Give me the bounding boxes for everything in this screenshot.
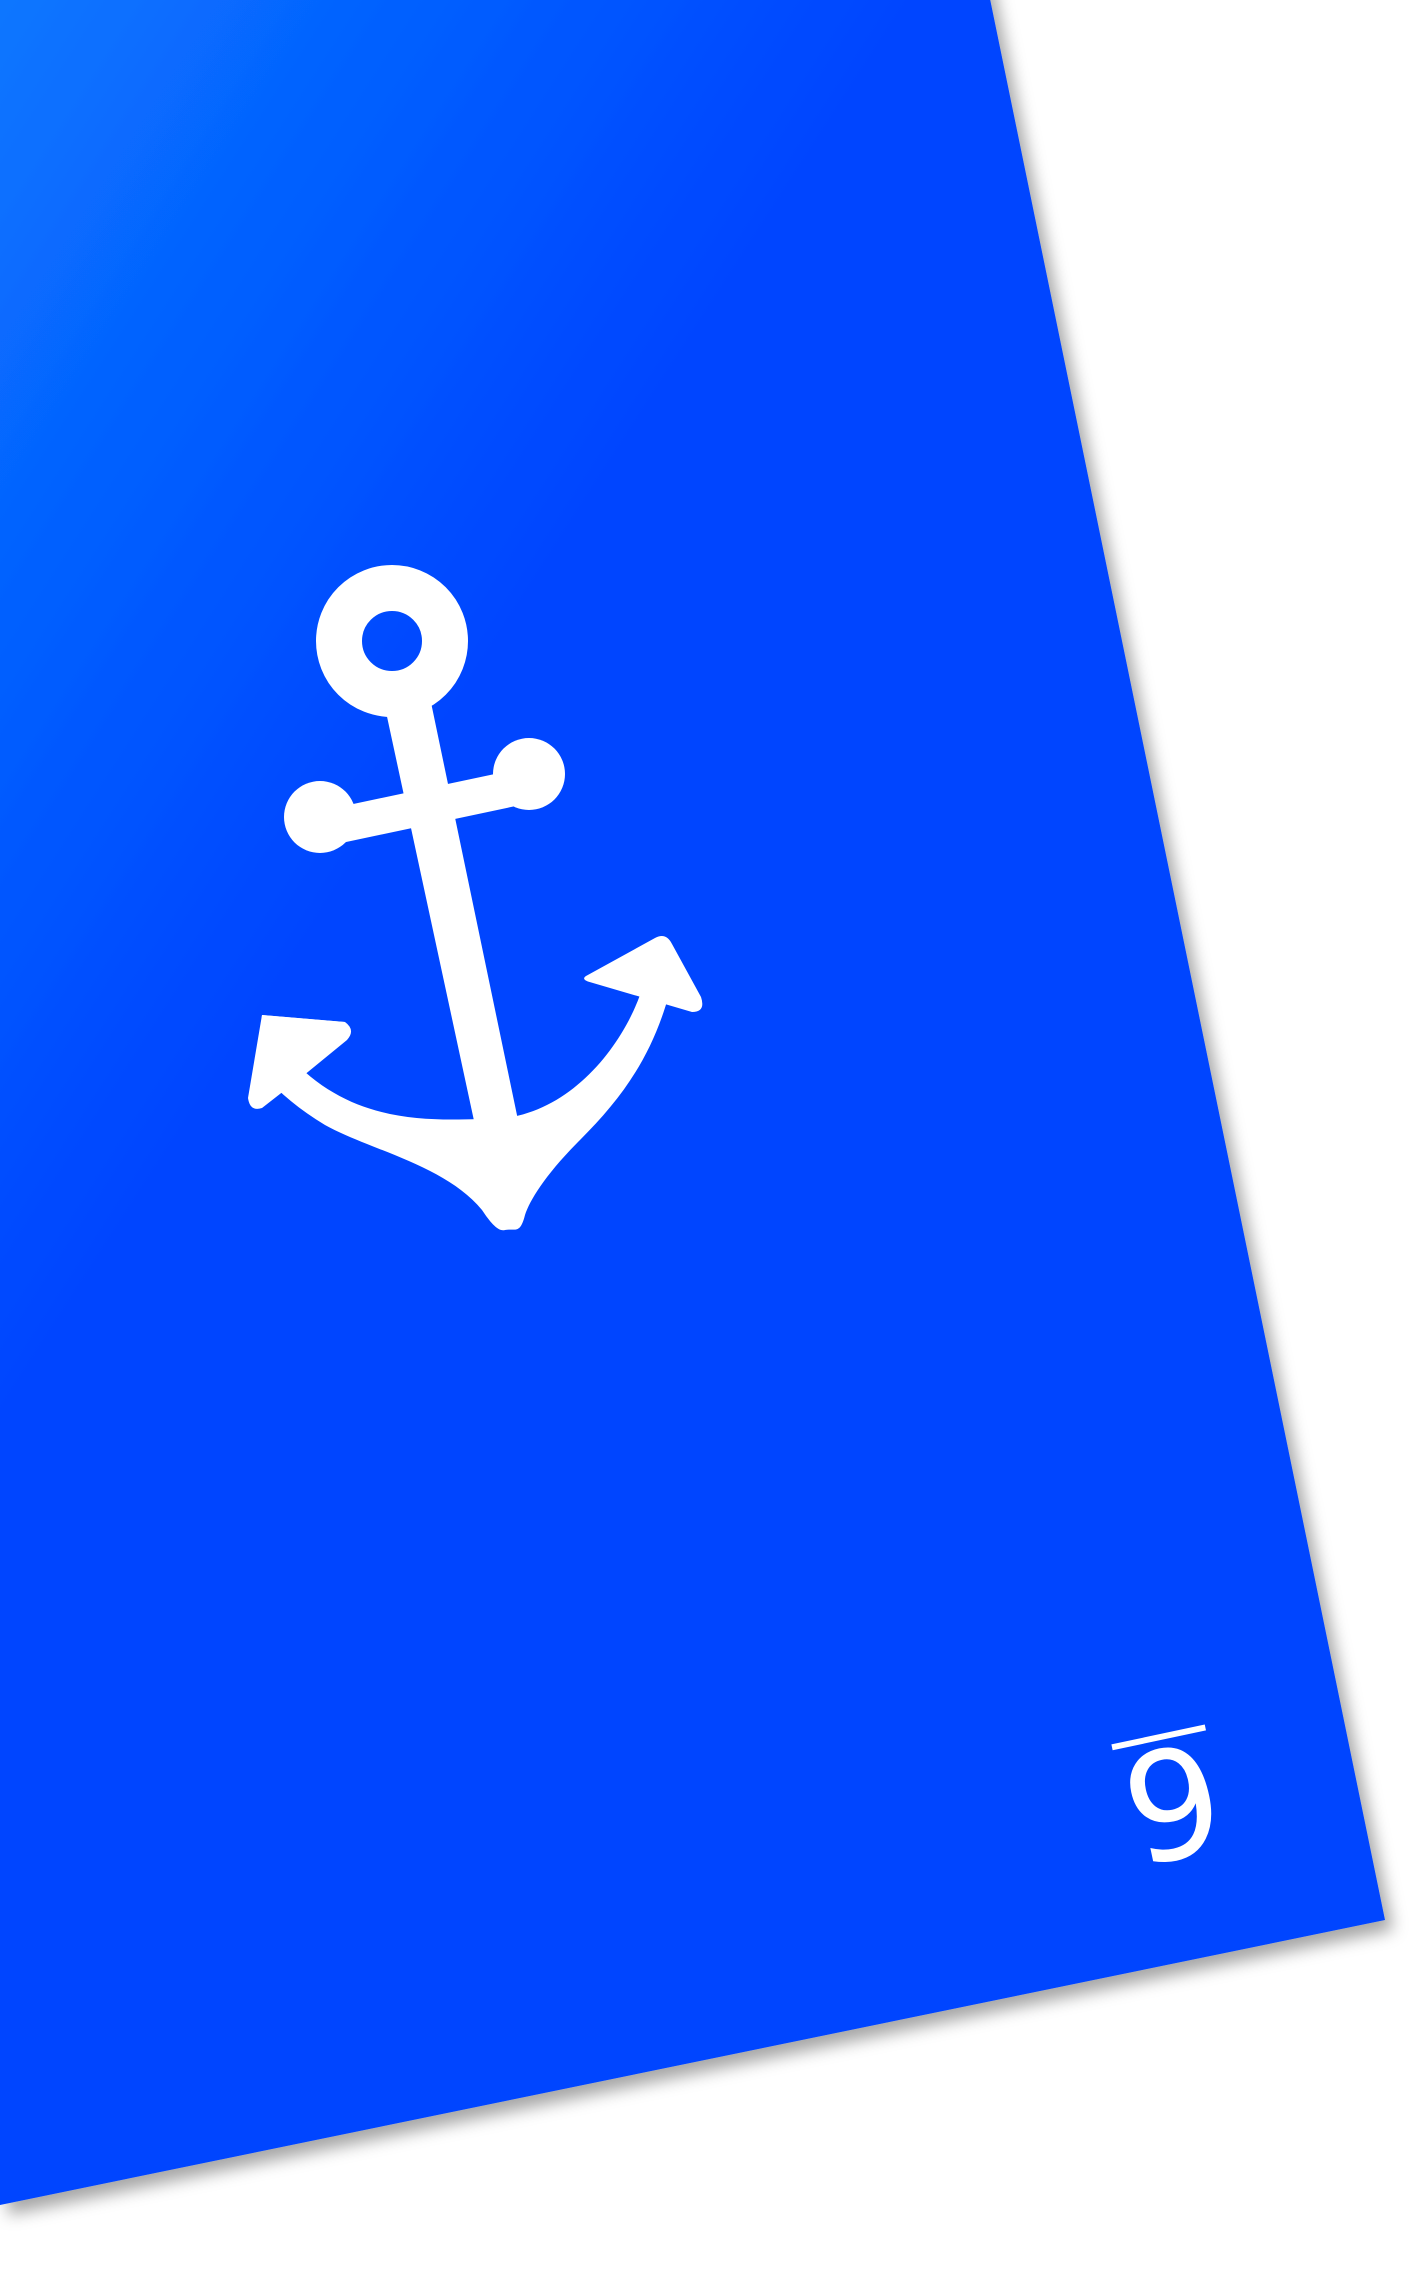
- card-stage: 6: [0, 0, 1423, 2269]
- playing-card: [0, 0, 1385, 2205]
